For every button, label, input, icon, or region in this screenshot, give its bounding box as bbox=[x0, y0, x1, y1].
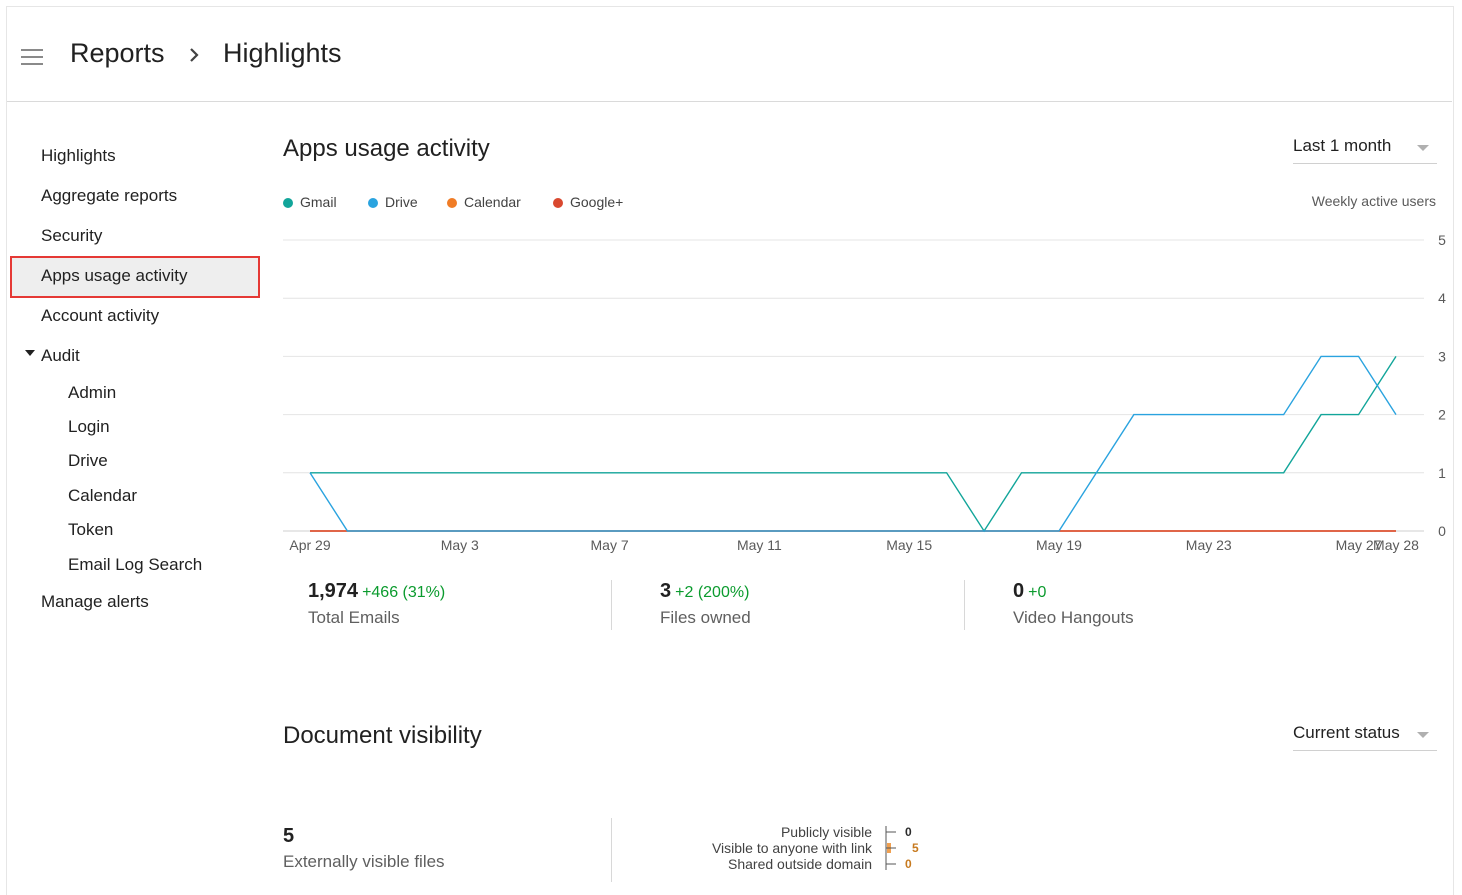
date-range-value: Last 1 month bbox=[1293, 136, 1392, 155]
legend-label: Drive bbox=[385, 194, 418, 210]
stat-divider bbox=[611, 818, 612, 882]
y-tick-label: 3 bbox=[1438, 348, 1446, 364]
y-tick-label: 5 bbox=[1438, 232, 1446, 248]
stat-delta: +466 (31%) bbox=[362, 584, 446, 601]
stat-value: 3 bbox=[660, 580, 672, 602]
stat-delta: +0 bbox=[1028, 584, 1047, 601]
header-divider bbox=[7, 101, 1452, 102]
sidebar-item-apps-usage-activity[interactable]: Apps usage activity bbox=[41, 266, 187, 286]
visibility-value-link: 5 bbox=[912, 841, 919, 855]
status-select[interactable]: Current status bbox=[1293, 723, 1437, 751]
legend-label: Google+ bbox=[570, 194, 624, 210]
visibility-bar-chart bbox=[885, 826, 896, 870]
sidebar-item-security[interactable]: Security bbox=[41, 226, 102, 246]
stat-caption: Total Emails bbox=[308, 608, 400, 627]
x-tick-label: May 11 bbox=[737, 537, 782, 553]
stat-video-hangouts: 0 +0 Video Hangouts bbox=[1013, 580, 1134, 627]
window-border-left bbox=[6, 6, 7, 895]
stat-divider bbox=[611, 580, 612, 630]
sidebar-item-audit[interactable]: Audit bbox=[41, 346, 80, 366]
stat-total-emails: 1,974 +466 (31%) Total Emails bbox=[308, 580, 446, 627]
dropdown-arrow-icon bbox=[1417, 732, 1429, 738]
x-tick-label: May 15 bbox=[886, 537, 932, 553]
document-visibility-title: Document visibility bbox=[283, 722, 482, 749]
legend-dot bbox=[283, 198, 293, 208]
stat-caption: Video Hangouts bbox=[1013, 608, 1134, 627]
legend-dot bbox=[447, 198, 457, 208]
y-tick-label: 0 bbox=[1438, 523, 1446, 539]
visibility-label-public: Publicly visible bbox=[780, 824, 872, 840]
window-border-right bbox=[1453, 6, 1454, 895]
sidebar-item-token[interactable]: Token bbox=[68, 520, 113, 540]
stat-delta: +2 (200%) bbox=[675, 584, 750, 601]
visibility-label-link: Visible to anyone with link bbox=[711, 840, 872, 856]
legend-label: Calendar bbox=[464, 194, 521, 210]
sidebar-item-calendar[interactable]: Calendar bbox=[68, 486, 137, 506]
page-title: Highlights bbox=[223, 38, 342, 68]
sidebar-item-account-activity[interactable]: Account activity bbox=[41, 306, 159, 326]
visibility-value-outside: 0 bbox=[905, 857, 912, 871]
legend-dot bbox=[368, 198, 378, 208]
x-tick-label: May 7 bbox=[591, 537, 629, 553]
x-tick-label: May 27 bbox=[1336, 537, 1382, 553]
caret-down-icon[interactable] bbox=[25, 350, 35, 356]
x-tick-label: May 19 bbox=[1036, 537, 1082, 553]
x-tick-label: May 28 bbox=[1373, 537, 1419, 553]
usage-line-chart: 0 1 2 3 4 5 Apr 29 May 3 May 7 May 11 May 15 May 19… bbox=[283, 232, 1446, 553]
dropdown-arrow-icon bbox=[1417, 145, 1429, 151]
legend-dot bbox=[553, 198, 563, 208]
sidebar-item-highlights[interactable]: Highlights bbox=[41, 146, 116, 166]
stat-files-owned: 3 +2 (200%) Files owned bbox=[660, 580, 751, 627]
visibility-label-outside: Shared outside domain bbox=[728, 856, 872, 872]
sidebar-item-drive[interactable]: Drive bbox=[68, 451, 108, 471]
y-tick-label: 1 bbox=[1438, 465, 1446, 481]
sidebar-item-admin[interactable]: Admin bbox=[68, 383, 116, 403]
apps-usage-title: Apps usage activity bbox=[283, 135, 490, 162]
top-header: Reports Highlights bbox=[7, 7, 1452, 101]
visibility-value-public: 0 bbox=[905, 825, 912, 839]
x-tick-label: May 3 bbox=[441, 537, 479, 553]
status-select-value: Current status bbox=[1293, 723, 1400, 742]
hamburger-menu-icon[interactable] bbox=[21, 49, 43, 65]
legend-label: Gmail bbox=[300, 194, 337, 210]
chevron-right-icon bbox=[190, 48, 199, 62]
y-tick-label: 4 bbox=[1438, 290, 1446, 306]
stat-value: 1,974 bbox=[308, 580, 359, 602]
external-files-caption: Externally visible files bbox=[283, 852, 445, 871]
stat-value: 0 bbox=[1013, 580, 1025, 602]
sidebar-item-aggregate-reports[interactable]: Aggregate reports bbox=[41, 186, 177, 206]
stat-caption: Files owned bbox=[660, 608, 751, 627]
x-tick-label: May 23 bbox=[1186, 537, 1232, 553]
breadcrumb-reports[interactable]: Reports bbox=[70, 38, 165, 69]
sidebar-item-manage-alerts[interactable]: Manage alerts bbox=[41, 592, 149, 612]
sidebar-item-login[interactable]: Login bbox=[68, 417, 110, 437]
series-line-drive[interactable] bbox=[309, 355, 1397, 532]
date-range-select[interactable]: Last 1 month bbox=[1293, 136, 1437, 164]
external-files-count: 5 bbox=[283, 825, 295, 847]
series-line-gmail[interactable] bbox=[310, 356, 1397, 533]
sidebar-item-email-log-search[interactable]: Email Log Search bbox=[68, 555, 202, 575]
y-axis-title: Weekly active users bbox=[1311, 193, 1436, 209]
stat-divider bbox=[964, 580, 965, 630]
y-tick-label: 2 bbox=[1438, 407, 1446, 423]
x-tick-label: Apr 29 bbox=[289, 537, 330, 553]
